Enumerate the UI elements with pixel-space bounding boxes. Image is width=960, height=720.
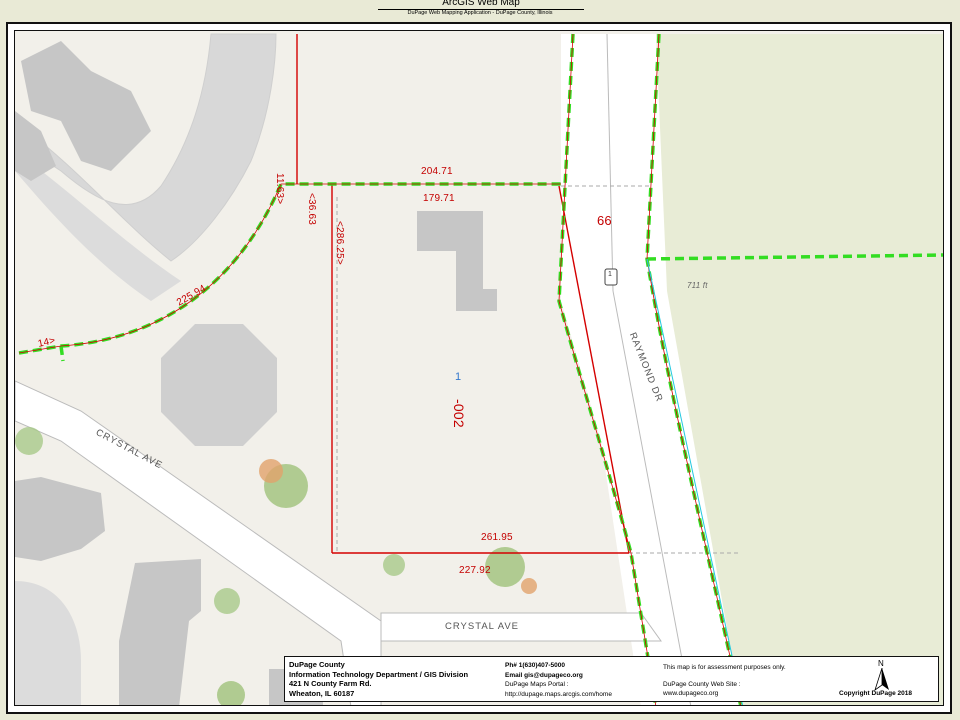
legend-info: This map is for assessment purposes only… <box>663 663 786 699</box>
parcel-building <box>417 211 497 311</box>
legend-org-line: Wheaton, IL 60187 <box>289 688 355 698</box>
map-graphics[interactable] <box>15 31 944 706</box>
street-label-crystal-lower: CRYSTAL AVE <box>445 621 520 632</box>
parcel-id-prefix: 1 <box>455 371 462 383</box>
octagon-structure <box>161 324 277 446</box>
legend-contact: Ph# 1(630)407-5000 Email gis@dupageco.or… <box>505 661 612 699</box>
tree <box>214 588 240 614</box>
dimension-label: 204.71 <box>421 166 453 177</box>
building <box>15 111 56 181</box>
tree <box>383 554 405 576</box>
north-label: N <box>878 659 884 668</box>
north-arrow-icon: N <box>872 659 892 692</box>
dimension-label: 227.92 <box>459 565 491 576</box>
dimension-label: 11.63> <box>274 173 285 205</box>
dimension-label: <286.25> <box>334 221 345 265</box>
map-canvas[interactable]: 11.63> 204.71 <36.63 179.71 <286.25> 225… <box>14 30 944 706</box>
legend-org-line: Information Technology Department / GIS … <box>289 669 469 679</box>
legend-site-label: DuPage County Web Site : <box>663 680 741 688</box>
legend-portal-label: DuPage Maps Portal : <box>505 681 569 688</box>
elevation-label: 711 ft <box>687 281 708 290</box>
legend-org: DuPage County Information Technology Dep… <box>289 660 468 698</box>
legend-org-line: DuPage County <box>289 660 345 669</box>
north-arrow-shape <box>874 668 889 692</box>
legend-portal-url[interactable]: http://dupage.maps.arcgis.com/home <box>505 690 612 700</box>
parcel-id[interactable]: -002 <box>451 399 467 428</box>
legend-phone: Ph# 1(630)407-5000 <box>505 662 565 669</box>
tree <box>521 578 537 594</box>
tree <box>15 427 43 455</box>
dimension-label: 261.95 <box>481 532 513 543</box>
legend-email[interactable]: Email gis@dupageco.org <box>505 671 612 681</box>
map-legend: DuPage County Information Technology Dep… <box>284 656 939 702</box>
round-structure <box>15 581 81 705</box>
legend-site-url[interactable]: www.dupageco.org <box>663 689 786 699</box>
map-header: ArcGIS Web Map DuPage Web Mapping Applic… <box>0 0 960 20</box>
building <box>119 559 201 705</box>
tree <box>259 459 283 483</box>
building <box>15 477 105 561</box>
dimension-label: 179.71 <box>423 193 455 204</box>
route-number: 66 <box>597 213 612 228</box>
dimension-label: <36.63 <box>306 193 317 226</box>
legend-disclaimer: This map is for assessment purposes only… <box>663 664 786 671</box>
map-subtitle: DuPage Web Mapping Application - DuPage … <box>407 10 553 16</box>
tree <box>217 681 245 705</box>
crystal-ave-lower <box>380 612 662 642</box>
legend-org-line: 421 N County Farm Rd. <box>289 679 372 688</box>
road-shield-number: 1 <box>608 271 613 278</box>
